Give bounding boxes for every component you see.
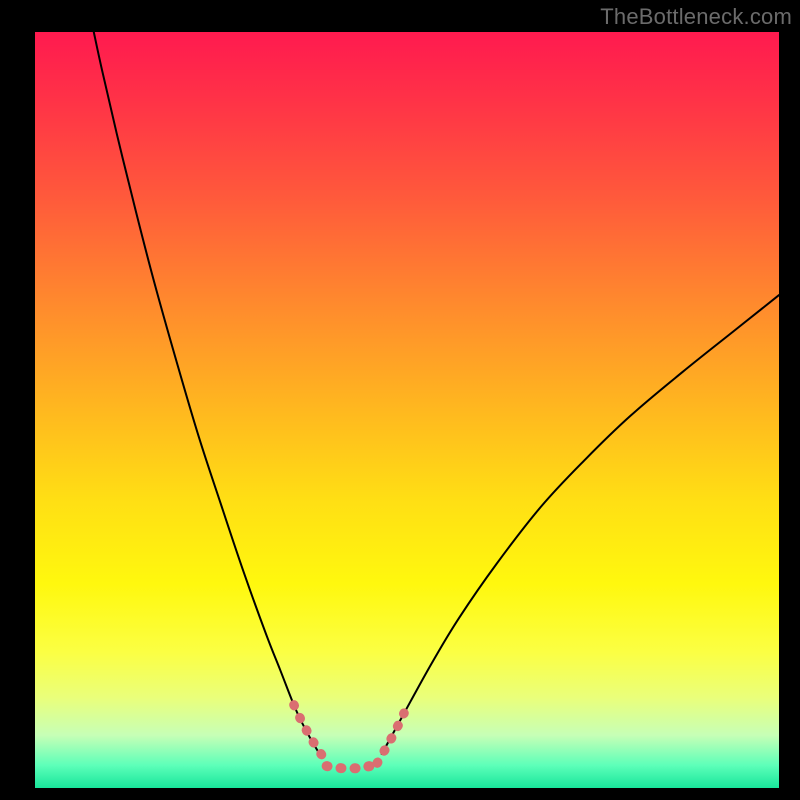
series-curve-right <box>382 295 779 754</box>
chart-stage: TheBottleneck.com <box>0 0 800 800</box>
series-marker-left-dots <box>294 705 328 762</box>
chart-svg <box>0 0 800 800</box>
series-marker-bottom-dots <box>327 766 370 768</box>
series-curve-left <box>94 32 320 755</box>
watermark-text: TheBottleneck.com <box>600 4 792 30</box>
